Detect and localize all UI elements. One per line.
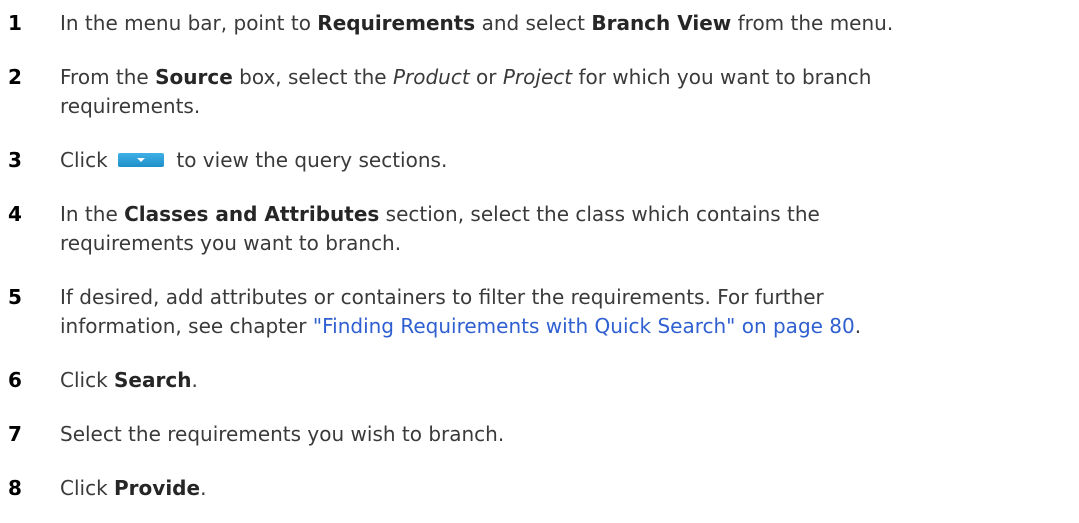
step-number: 1 [8, 11, 22, 35]
step-number: 6 [8, 368, 22, 392]
step-number: 8 [8, 476, 22, 500]
step-number: 2 [8, 65, 22, 89]
menu-name: Requirements [317, 11, 476, 35]
step-number: 7 [8, 422, 22, 446]
expand-query-icon [118, 152, 165, 167]
step-text: From the Source box, select the Product … [60, 65, 872, 118]
step-text: If desired, add attributes or containers… [60, 285, 862, 338]
menu-item-name: Branch View [591, 11, 732, 35]
step-number: 5 [8, 285, 22, 309]
step-number: 4 [8, 202, 22, 226]
button-name: Provide [114, 476, 201, 500]
step-text: In the menu bar, point to Requirements a… [60, 11, 894, 35]
step-text: Select the requirements you wish to bran… [60, 422, 505, 446]
step-text: Click Provide. [60, 476, 207, 500]
button-name: Search [114, 368, 192, 392]
section-name: Classes and Attributes [124, 202, 380, 226]
step-text: In the Classes and Attributes section, s… [60, 202, 820, 255]
chapter-link[interactable]: "Finding Requirements with Quick Search"… [313, 314, 855, 338]
step-number: 3 [8, 148, 22, 172]
field-name: Source [155, 65, 233, 89]
step-text: Click Search. [60, 368, 198, 392]
step-text: Click to view the query sections. [60, 148, 448, 172]
